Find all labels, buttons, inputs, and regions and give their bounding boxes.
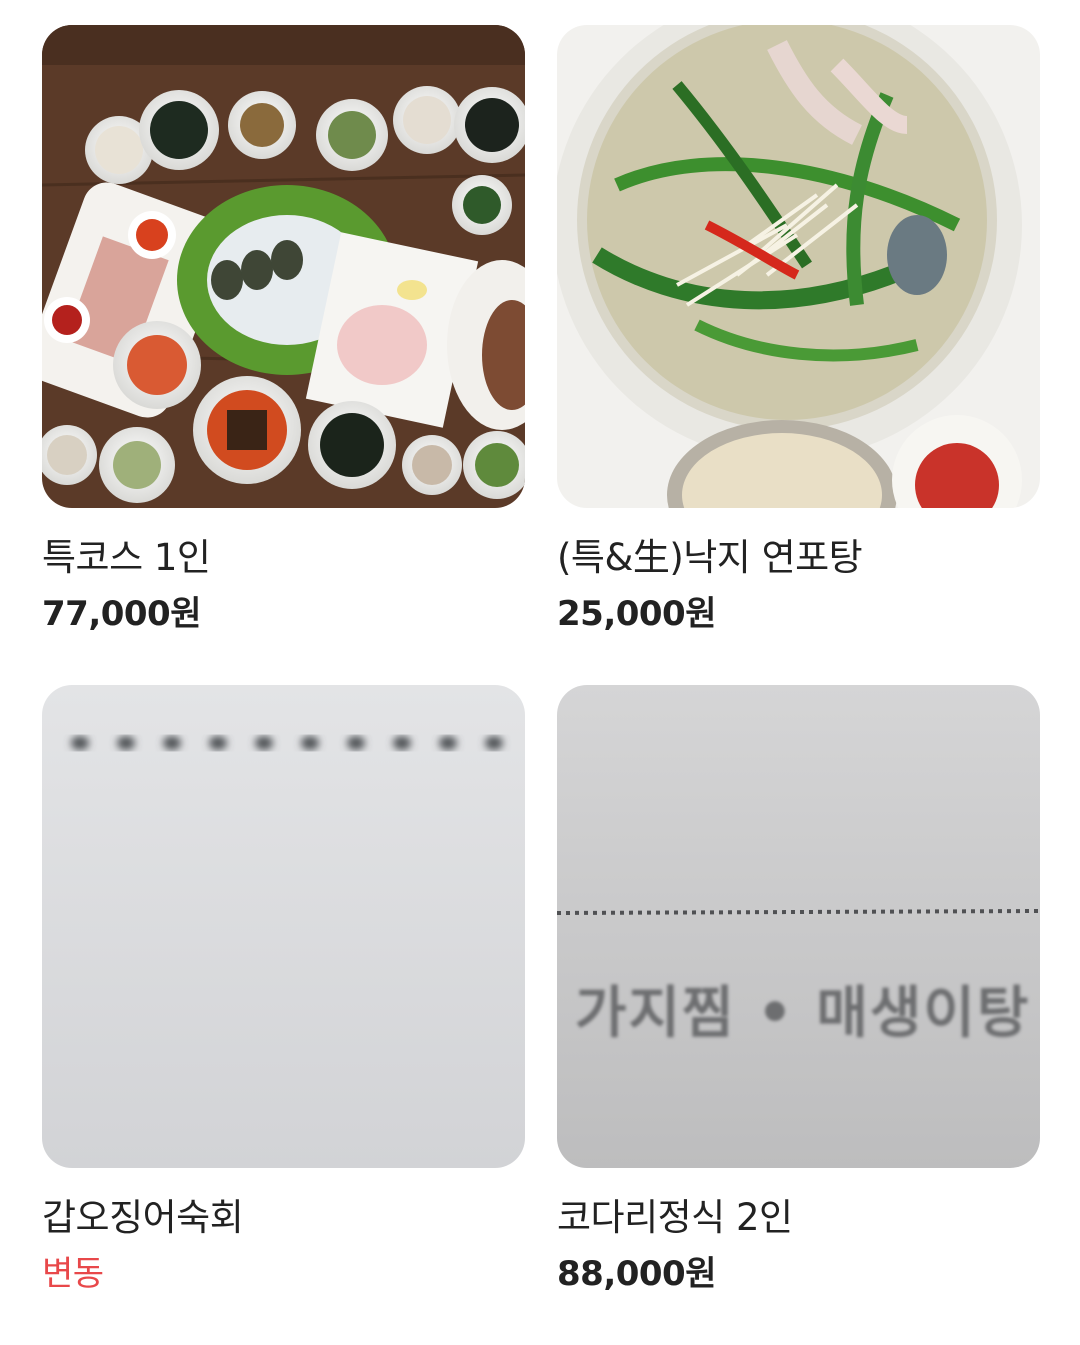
menu-item-name: 특코스 1인 bbox=[42, 536, 211, 579]
menu-item-name: 갑오징어숙회 bbox=[42, 1196, 244, 1239]
menu-grid: 특코스 1인 77,000원 (특&生)낙지 연포탕 25,000원 갑오징어숙… bbox=[42, 25, 1040, 1345]
menu-item-price: 88,000원 bbox=[557, 1254, 716, 1294]
menu-item-price: 77,000원 bbox=[42, 594, 201, 634]
menu-item-price: 25,000원 bbox=[557, 594, 716, 634]
menu-item-card[interactable]: 갑오징어숙회 변동 bbox=[42, 685, 525, 1345]
blurred-menu-photo bbox=[42, 685, 525, 1168]
menu-board-photo: 가지찜 • 매생이탕 bbox=[557, 685, 1040, 1168]
octopus-soup-photo bbox=[557, 25, 1040, 508]
menu-item-name: 코다리정식 2인 bbox=[557, 1196, 793, 1239]
menu-item-price: 변동 bbox=[42, 1254, 104, 1294]
menu-item-card[interactable]: (특&生)낙지 연포탕 25,000원 bbox=[557, 25, 1040, 685]
menu-item-card[interactable]: 특코스 1인 77,000원 bbox=[42, 25, 525, 685]
korean-course-table-photo bbox=[42, 25, 525, 508]
menu-item-card[interactable]: 가지찜 • 매생이탕 코다리정식 2인 88,000원 bbox=[557, 685, 1040, 1345]
menu-board-text: 가지찜 • 매생이탕 bbox=[575, 981, 1031, 1046]
menu-item-name: (특&生)낙지 연포탕 bbox=[557, 536, 863, 579]
